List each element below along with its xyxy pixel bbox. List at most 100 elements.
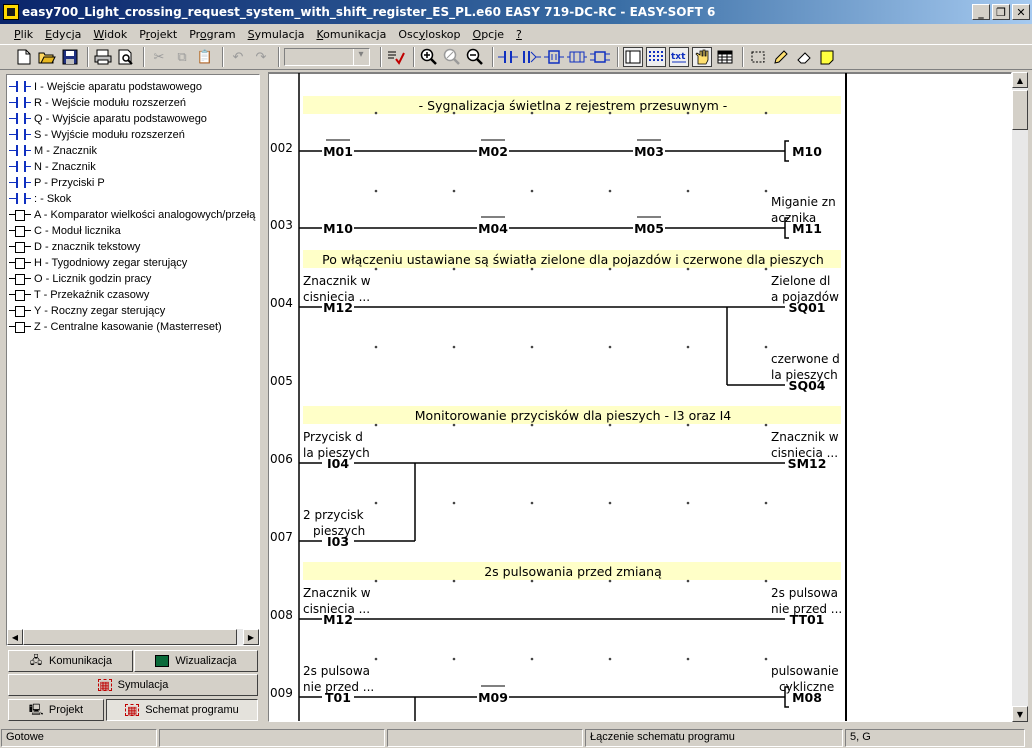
comment-text: - Sygnalizacja świetlna z rejestrem prze… — [419, 98, 728, 113]
grid-dot — [764, 501, 768, 505]
menu-oscyloskop[interactable]: Oscyloskop — [392, 28, 466, 41]
status-ready: Gotowe — [1, 729, 157, 747]
paste-icon[interactable]: 📋 — [195, 47, 215, 67]
save-icon[interactable] — [60, 47, 80, 67]
tree-item[interactable]: : - Skok — [9, 191, 259, 207]
open-icon[interactable] — [37, 47, 57, 67]
menu-plik[interactable]: Plik — [8, 28, 39, 41]
tree-item[interactable]: Y - Roczny zegar sterujący — [9, 303, 259, 319]
menu-symulacja[interactable]: Symulacja — [242, 28, 311, 41]
tree-item-label: Y - Roczny zegar sterujący — [34, 305, 166, 317]
tree-item[interactable]: I - Wejście aparatu podstawowego — [9, 79, 259, 95]
app-icon[interactable] — [3, 4, 19, 20]
check-program-icon[interactable] — [386, 47, 406, 67]
grid-dot — [686, 267, 690, 271]
menu-edycja[interactable]: Edycja — [39, 28, 87, 41]
grid-dot — [530, 111, 534, 115]
contact-icon — [9, 161, 31, 173]
grid-dot — [686, 579, 690, 583]
tree-item[interactable]: Z - Centralne kasowanie (Masterreset) — [9, 319, 259, 335]
status-field-2 — [387, 729, 583, 747]
table-icon[interactable] — [715, 47, 735, 67]
relay-icon[interactable] — [590, 47, 610, 67]
contact-label: M02 — [478, 144, 508, 159]
menu-opcje[interactable]: Opcje — [467, 28, 511, 41]
tree-item[interactable]: A - Komparator wielkości analogowych/prz… — [9, 207, 259, 223]
select-icon[interactable] — [748, 47, 768, 67]
tree-item-label: P - Przyciski P — [34, 177, 105, 189]
coil-connect-icon[interactable] — [521, 47, 541, 67]
redo-icon[interactable]: ↷ — [251, 47, 271, 67]
menu-projekt[interactable]: Projekt — [133, 28, 183, 41]
projekt-tab[interactable]: 🖳 Projekt — [8, 699, 104, 721]
schemat-programu-tab[interactable]: ▦ Schemat programu — [106, 699, 258, 721]
tree-item[interactable]: N - Znacznik — [9, 159, 259, 175]
scroll-right-icon[interactable]: ▶ — [243, 629, 259, 645]
note-icon[interactable] — [817, 47, 837, 67]
contact-label: M05 — [634, 221, 664, 236]
menu-program[interactable]: Program — [183, 28, 241, 41]
close-button[interactable]: ✕ — [1012, 4, 1030, 20]
tree-item[interactable]: S - Wyjście modułu rozszerzeń — [9, 127, 259, 143]
zoom-in-icon[interactable] — [419, 47, 439, 67]
row-number: 006 — [270, 452, 293, 466]
circuit-diagram-canvas[interactable]: - Sygnalizacja świetlna z rejestrem prze… — [269, 73, 1012, 722]
symulacja-button[interactable]: ▦ Symulacja — [8, 674, 258, 696]
grid-icon[interactable] — [646, 47, 666, 67]
tree-item[interactable]: C - Moduł licznika — [9, 223, 259, 239]
pencil-icon[interactable] — [771, 47, 791, 67]
undo-icon[interactable]: ↶ — [228, 47, 248, 67]
wizualizacja-button[interactable]: Wizualizacja — [134, 650, 258, 672]
grid-dot — [374, 111, 378, 115]
copy-icon[interactable]: ⧉ — [172, 47, 192, 67]
wire-icon[interactable] — [567, 47, 587, 67]
scroll-down-icon[interactable]: ▼ — [1012, 706, 1028, 722]
tree-item[interactable]: O - Licznik godzin pracy — [9, 271, 259, 287]
tree-horizontal-scrollbar[interactable]: ◀ ▶ — [7, 629, 259, 645]
grid-dot — [764, 423, 768, 427]
toolbar-separator — [617, 47, 619, 67]
scroll-up-icon[interactable]: ▲ — [1012, 72, 1028, 88]
new-icon[interactable] — [14, 47, 34, 67]
komunikacja-button[interactable]: 🖧 Komunikacja — [8, 650, 133, 672]
zoom-out-icon[interactable] — [465, 47, 485, 67]
tree-item-label: D - znacznik tekstowy — [34, 241, 141, 253]
toolbar-separator — [143, 47, 145, 67]
contact-label: M01 — [323, 144, 353, 159]
menu-komunikacja[interactable]: Komunikacja — [310, 28, 392, 41]
cut-icon[interactable]: ✂ — [149, 47, 169, 67]
tree-item[interactable]: R - Wejście modułu rozszerzeń — [9, 95, 259, 111]
grid-dot — [530, 423, 534, 427]
tree-item[interactable]: M - Znacznik — [9, 143, 259, 159]
print-icon[interactable] — [93, 47, 113, 67]
contact-label: M04 — [478, 221, 508, 236]
menu-help[interactable]: ? — [510, 28, 528, 41]
restore-button[interactable]: ❐ — [992, 4, 1010, 20]
hand-icon[interactable] — [692, 47, 712, 67]
tree-item-label: R - Wejście modułu rozszerzeń — [34, 97, 187, 109]
zoom-combo[interactable] — [284, 48, 370, 66]
print-preview-icon[interactable] — [116, 47, 136, 67]
eraser-icon[interactable] — [794, 47, 814, 67]
circuit-diagram[interactable]: - Sygnalizacja świetlna z rejestrem prze… — [268, 72, 1012, 722]
grid-dot — [686, 345, 690, 349]
menu-widok[interactable]: Widok — [87, 28, 133, 41]
tree-item-label: N - Znacznik — [34, 161, 96, 173]
tree-item[interactable]: D - znacznik tekstowy — [9, 239, 259, 255]
grid-dot — [530, 267, 534, 271]
tree-item[interactable]: H - Tygodniowy zegar sterujący — [9, 255, 259, 271]
function-block-icon[interactable] — [544, 47, 564, 67]
text-icon[interactable]: txt — [669, 47, 689, 67]
function-block-icon — [9, 321, 31, 333]
zoom-reset-icon[interactable] — [442, 47, 462, 67]
scroll-left-icon[interactable]: ◀ — [7, 629, 23, 645]
view-icon[interactable] — [623, 47, 643, 67]
tree-item[interactable]: T - Przekaźnik czasowy — [9, 287, 259, 303]
tree-item[interactable]: P - Przyciski P — [9, 175, 259, 191]
grid-dot — [452, 579, 456, 583]
minimize-button[interactable]: _ — [972, 4, 990, 20]
contact-icon[interactable] — [498, 47, 518, 67]
diagram-vertical-scrollbar[interactable]: ▲ ▼ — [1012, 72, 1028, 722]
tree-item[interactable]: Q - Wyjście aparatu podstawowego — [9, 111, 259, 127]
operand-comment: Znacznik w — [771, 430, 839, 444]
